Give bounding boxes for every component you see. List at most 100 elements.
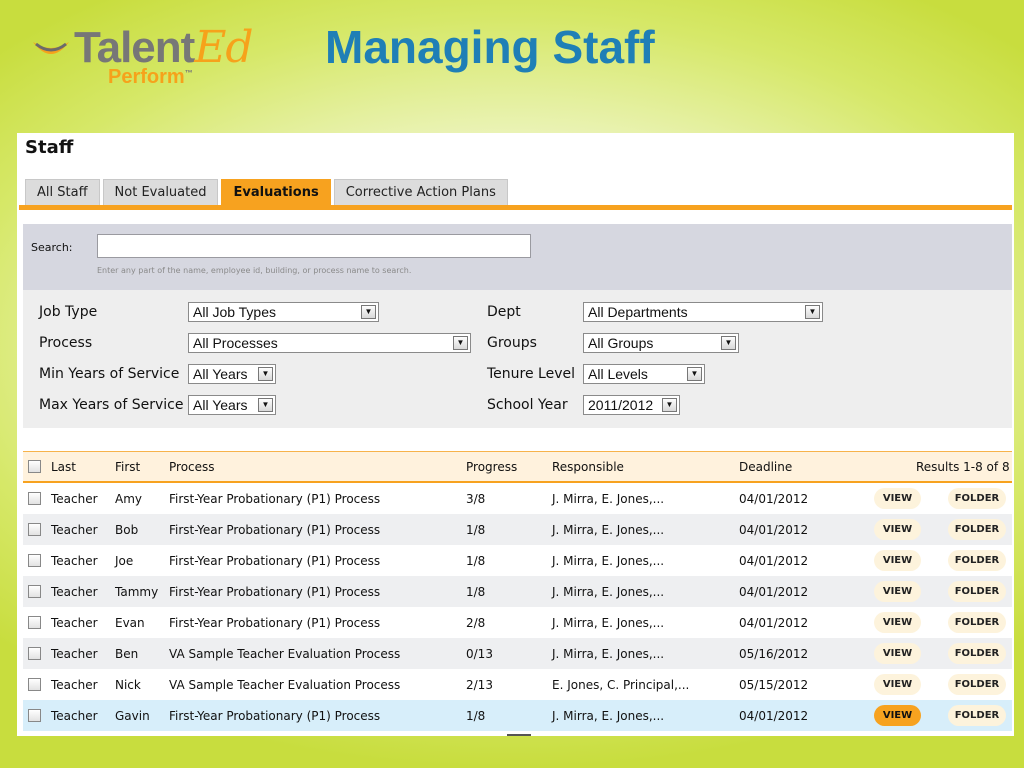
table-row[interactable]: Teacher Amy First-Year Probationary (P1)…: [23, 483, 1012, 514]
row-checkbox[interactable]: [28, 678, 41, 691]
tenure-level-select[interactable]: All Levels ▼: [583, 364, 705, 384]
cell-progress: 2/13: [466, 678, 493, 692]
scroll-indicator[interactable]: [507, 734, 531, 736]
view-button[interactable]: VIEW: [874, 643, 921, 664]
folder-button[interactable]: FOLDER: [948, 705, 1006, 726]
table-row[interactable]: Teacher Evan First-Year Probationary (P1…: [23, 607, 1012, 638]
cell-process: VA Sample Teacher Evaluation Process: [169, 647, 401, 661]
table-row-selected[interactable]: Teacher Gavin First-Year Probationary (P…: [23, 700, 1012, 731]
cell-process: VA Sample Teacher Evaluation Process: [169, 678, 401, 692]
chevron-down-icon: ▼: [662, 398, 677, 412]
cell-progress: 0/13: [466, 647, 493, 661]
row-checkbox[interactable]: [28, 616, 41, 629]
cell-first: Bob: [115, 523, 139, 537]
cell-progress: 1/8: [466, 709, 486, 723]
tab-not-evaluated[interactable]: Not Evaluated: [102, 179, 219, 205]
tab-underline: [19, 205, 1012, 210]
school-year-label: School Year: [487, 397, 568, 413]
chevron-down-icon: ▼: [258, 398, 273, 412]
school-year-select[interactable]: 2011/2012 ▼: [583, 395, 680, 415]
chevron-down-icon: ▼: [361, 305, 376, 319]
table-row[interactable]: Teacher Nick VA Sample Teacher Evaluatio…: [23, 669, 1012, 700]
column-last[interactable]: Last: [51, 460, 76, 474]
cell-first: Ben: [115, 647, 139, 661]
filters-section: Job Type All Job Types ▼ Process All Proc…: [23, 290, 1012, 428]
cell-progress: 2/8: [466, 616, 486, 630]
cell-progress: 3/8: [466, 492, 486, 506]
folder-button[interactable]: FOLDER: [948, 581, 1006, 602]
cell-responsible: J. Mirra, E. Jones,...: [552, 709, 665, 723]
min-years-select[interactable]: All Years ▼: [188, 364, 276, 384]
row-checkbox[interactable]: [28, 492, 41, 505]
groups-select[interactable]: All Groups ▼: [583, 333, 739, 353]
folder-button[interactable]: FOLDER: [948, 519, 1006, 540]
results-count: Results 1-8 of 8: [916, 460, 1010, 474]
cell-last: Teacher: [51, 585, 98, 599]
dept-label: Dept: [487, 304, 521, 320]
talented-perform-logo: TalentEd Perform™: [30, 22, 254, 88]
cell-first: Gavin: [115, 709, 150, 723]
job-type-select[interactable]: All Job Types ▼: [188, 302, 379, 322]
chevron-down-icon: ▼: [687, 367, 702, 381]
view-button[interactable]: VIEW: [874, 612, 921, 633]
row-checkbox[interactable]: [28, 647, 41, 660]
select-all-checkbox[interactable]: [28, 460, 41, 473]
cell-progress: 1/8: [466, 523, 486, 537]
column-deadline[interactable]: Deadline: [739, 460, 792, 474]
cell-responsible: J. Mirra, E. Jones,...: [552, 616, 665, 630]
view-button[interactable]: VIEW: [874, 581, 921, 602]
cell-responsible: J. Mirra, E. Jones,...: [552, 523, 665, 537]
row-checkbox[interactable]: [28, 523, 41, 536]
cell-last: Teacher: [51, 554, 98, 568]
column-responsible[interactable]: Responsible: [552, 460, 624, 474]
view-button[interactable]: VIEW: [874, 674, 921, 695]
folder-button[interactable]: FOLDER: [948, 674, 1006, 695]
column-progress[interactable]: Progress: [466, 460, 517, 474]
folder-button[interactable]: FOLDER: [948, 643, 1006, 664]
dept-select[interactable]: All Departments ▼: [583, 302, 823, 322]
column-first[interactable]: First: [115, 460, 140, 474]
row-checkbox[interactable]: [28, 554, 41, 567]
cell-first: Nick: [115, 678, 141, 692]
cell-deadline: 04/01/2012: [739, 492, 809, 506]
logo-subtitle: Perform™: [108, 66, 193, 88]
table-row[interactable]: Teacher Ben VA Sample Teacher Evaluation…: [23, 638, 1012, 669]
folder-button[interactable]: FOLDER: [948, 612, 1006, 633]
process-select[interactable]: All Processes ▼: [188, 333, 471, 353]
job-type-label: Job Type: [39, 304, 98, 320]
search-hint: Enter any part of the name, employee id,…: [97, 266, 412, 275]
folder-button[interactable]: FOLDER: [948, 488, 1006, 509]
cell-process: First-Year Probationary (P1) Process: [169, 554, 381, 568]
cell-responsible: J. Mirra, E. Jones,...: [552, 647, 665, 661]
cell-first: Joe: [115, 554, 134, 568]
tab-evaluations[interactable]: Evaluations: [221, 179, 331, 205]
view-button[interactable]: VIEW: [874, 488, 921, 509]
view-button[interactable]: VIEW: [874, 519, 921, 540]
cell-first: Tammy: [115, 585, 159, 599]
column-process[interactable]: Process: [169, 460, 215, 474]
cell-deadline: 04/01/2012: [739, 554, 809, 568]
view-button-hover[interactable]: VIEW: [874, 705, 921, 726]
view-button[interactable]: VIEW: [874, 550, 921, 571]
table-row[interactable]: Teacher Tammy First-Year Probationary (P…: [23, 576, 1012, 607]
cell-last: Teacher: [51, 523, 98, 537]
max-years-label: Max Years of Service: [39, 397, 184, 413]
max-years-select[interactable]: All Years ▼: [188, 395, 276, 415]
table-row[interactable]: Teacher Joe First-Year Probationary (P1)…: [23, 545, 1012, 576]
cell-last: Teacher: [51, 678, 98, 692]
table-header: Last First Process Progress Responsible …: [23, 451, 1012, 483]
folder-button[interactable]: FOLDER: [948, 550, 1006, 571]
process-label: Process: [39, 335, 93, 351]
cell-deadline: 04/01/2012: [739, 585, 809, 599]
groups-label: Groups: [487, 335, 537, 351]
search-input[interactable]: [97, 234, 531, 258]
cell-responsible: J. Mirra, E. Jones,...: [552, 492, 665, 506]
tab-corrective-action-plans[interactable]: Corrective Action Plans: [333, 179, 508, 205]
cell-process: First-Year Probationary (P1) Process: [169, 585, 381, 599]
row-checkbox[interactable]: [28, 585, 41, 598]
table-row[interactable]: Teacher Bob First-Year Probationary (P1)…: [23, 514, 1012, 545]
search-section: Search: Enter any part of the name, empl…: [23, 224, 1012, 290]
row-checkbox[interactable]: [28, 709, 41, 722]
tab-all-staff[interactable]: All Staff: [25, 179, 100, 205]
cell-deadline: 04/01/2012: [739, 523, 809, 537]
